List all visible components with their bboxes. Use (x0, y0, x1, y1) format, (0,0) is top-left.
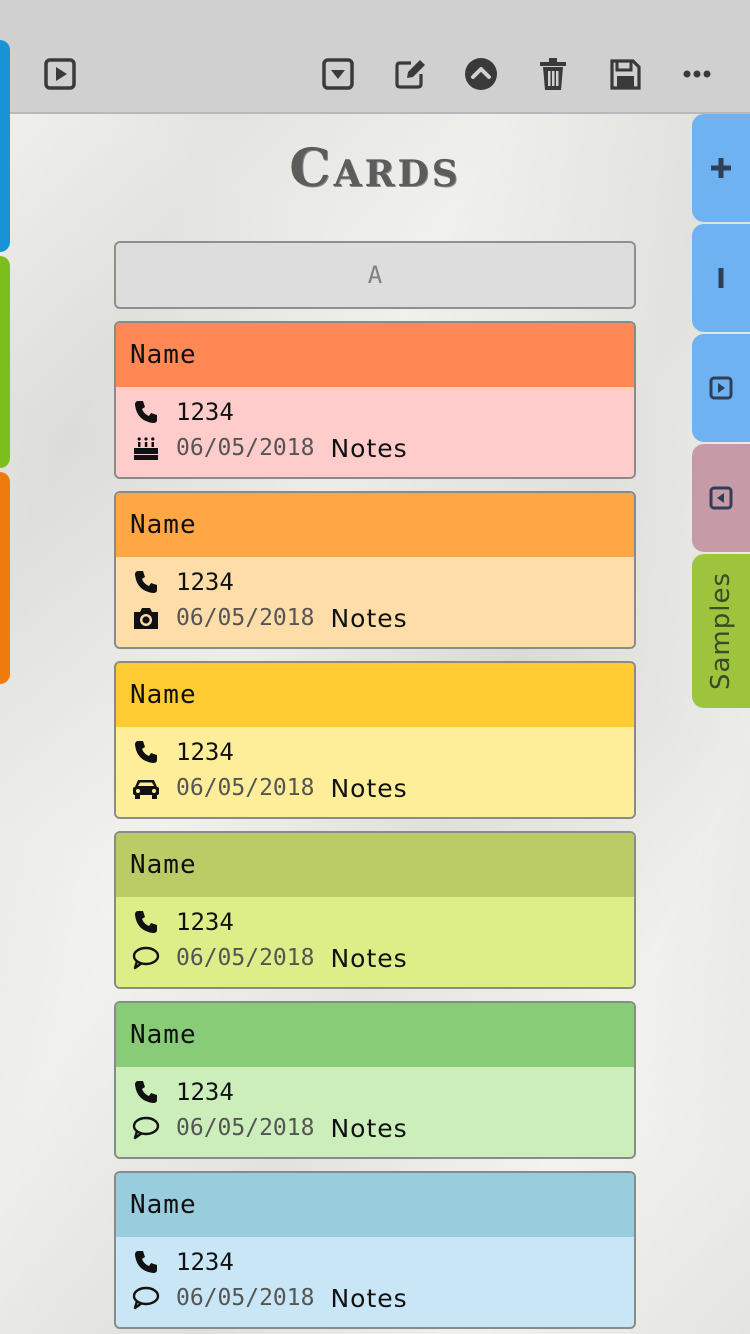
card-notes: Notes (330, 603, 408, 633)
page-title: Cards (289, 138, 461, 199)
comment-icon (130, 1113, 162, 1143)
car-icon (130, 773, 162, 803)
remove-card-tab[interactable] (692, 224, 750, 332)
card-notes: Notes (330, 433, 408, 463)
previous-icon (709, 486, 733, 510)
card[interactable]: Name 1234 06/05/2018 Notes (114, 661, 636, 819)
card-header: Name (116, 833, 634, 897)
play-square-icon[interactable] (42, 56, 78, 92)
save-icon[interactable] (607, 56, 643, 92)
left-tab-green[interactable] (0, 256, 10, 468)
card-header: Name (116, 1003, 634, 1067)
card-body: 1234 06/05/2018 Notes (116, 897, 634, 987)
camera-icon (130, 603, 162, 633)
phone-icon (130, 1077, 162, 1107)
card-name: Name (130, 510, 197, 540)
card[interactable]: Name 1234 06/05/2018 Notes (114, 1171, 636, 1329)
phone-icon (130, 907, 162, 937)
card-notes: Notes (330, 773, 408, 803)
card-phone: 1234 (176, 1078, 234, 1106)
card-name: Name (130, 1020, 197, 1050)
card-body: 1234 06/05/2018 Notes (116, 1237, 634, 1327)
chevron-up-circle-icon[interactable] (463, 56, 499, 92)
card-phone: 1234 (176, 398, 234, 426)
search-input[interactable]: A (114, 241, 636, 309)
phone-icon (130, 397, 162, 427)
card-notes: Notes (330, 943, 408, 973)
card-header: Name (116, 1173, 634, 1237)
card-header: Name (116, 493, 634, 557)
card-date: 06/05/2018 (176, 945, 315, 971)
card-name: Name (130, 850, 197, 880)
top-toolbar (0, 0, 750, 114)
card-date: 06/05/2018 (176, 775, 315, 801)
card-body: 1234 06/05/2018 Notes (116, 557, 634, 647)
card[interactable]: Name 1234 06/05/2018 Notes (114, 321, 636, 479)
minus-icon (718, 268, 724, 288)
card[interactable]: Name 1234 06/05/2018 Notes (114, 831, 636, 989)
card-header: Name (116, 663, 634, 727)
card-header: Name (116, 323, 634, 387)
phone-icon (130, 737, 162, 767)
left-tab-orange[interactable] (0, 472, 10, 684)
phone-icon (130, 567, 162, 597)
card-date: 06/05/2018 (176, 435, 315, 461)
comment-icon (130, 943, 162, 973)
card-date: 06/05/2018 (176, 1115, 315, 1141)
card[interactable]: Name 1234 06/05/2018 Notes (114, 1001, 636, 1159)
card-name: Name (130, 1190, 197, 1220)
samples-tab-label: Samples (706, 571, 737, 691)
previous-tab[interactable] (692, 444, 750, 552)
comment-icon (130, 1283, 162, 1313)
card-phone: 1234 (176, 568, 234, 596)
samples-tab[interactable]: Samples (692, 554, 750, 708)
card-date: 06/05/2018 (176, 605, 315, 631)
card-body: 1234 06/05/2018 Notes (116, 727, 634, 817)
caret-down-square-icon[interactable] (320, 56, 356, 92)
card-phone: 1234 (176, 908, 234, 936)
card-name: Name (130, 340, 197, 370)
birthday-cake-icon (130, 433, 162, 463)
card-body: 1234 06/05/2018 Notes (116, 1067, 634, 1157)
card[interactable]: Name 1234 06/05/2018 Notes (114, 491, 636, 649)
card-phone: 1234 (176, 1248, 234, 1276)
card-notes: Notes (330, 1113, 408, 1143)
phone-icon (130, 1247, 162, 1277)
card-notes: Notes (330, 1283, 408, 1313)
card-body: 1234 06/05/2018 Notes (116, 387, 634, 477)
card-name: Name (130, 680, 197, 710)
more-icon[interactable] (679, 56, 715, 92)
edit-icon[interactable] (392, 56, 428, 92)
card-phone: 1234 (176, 738, 234, 766)
next-icon (709, 376, 733, 400)
card-date: 06/05/2018 (176, 1285, 315, 1311)
next-tab[interactable] (692, 334, 750, 442)
trash-icon[interactable] (535, 56, 571, 92)
